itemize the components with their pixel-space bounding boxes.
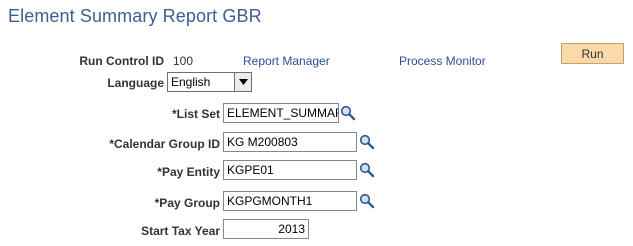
list-set-input[interactable]: ELEMENT_SUMMAR bbox=[223, 103, 339, 123]
process-monitor-link[interactable]: Process Monitor bbox=[399, 54, 486, 68]
run-button[interactable]: Run bbox=[561, 43, 624, 64]
calendar-group-id-label: *Calendar Group ID bbox=[109, 137, 220, 151]
chevron-down-icon[interactable] bbox=[234, 73, 251, 91]
start-tax-year-input[interactable]: 2013 bbox=[223, 219, 309, 239]
calendar-group-id-input[interactable]: KG M200803 bbox=[223, 132, 357, 152]
start-tax-year-label: Start Tax Year bbox=[141, 224, 220, 238]
run-control-id-value: 100 bbox=[173, 54, 194, 68]
language-select-value: English bbox=[171, 75, 211, 89]
pay-entity-input[interactable]: KGPE01 bbox=[223, 160, 357, 180]
run-control-id-label: Run Control ID bbox=[79, 54, 164, 68]
report-manager-link[interactable]: Report Manager bbox=[243, 54, 330, 68]
calendar-group-lookup-icon[interactable] bbox=[359, 134, 375, 150]
pay-entity-lookup-icon[interactable] bbox=[359, 162, 375, 178]
list-set-label: *List Set bbox=[171, 107, 220, 121]
pay-group-label: *Pay Group bbox=[154, 196, 220, 210]
page-title: Element Summary Report GBR bbox=[8, 6, 262, 26]
pay-group-input[interactable]: KGPGMONTH1 bbox=[223, 191, 357, 211]
language-label: Language bbox=[107, 76, 164, 90]
language-select[interactable]: English bbox=[167, 72, 252, 92]
pay-group-lookup-icon[interactable] bbox=[359, 193, 375, 209]
pay-entity-label: *Pay Entity bbox=[157, 165, 220, 179]
list-set-lookup-icon[interactable] bbox=[340, 105, 356, 121]
